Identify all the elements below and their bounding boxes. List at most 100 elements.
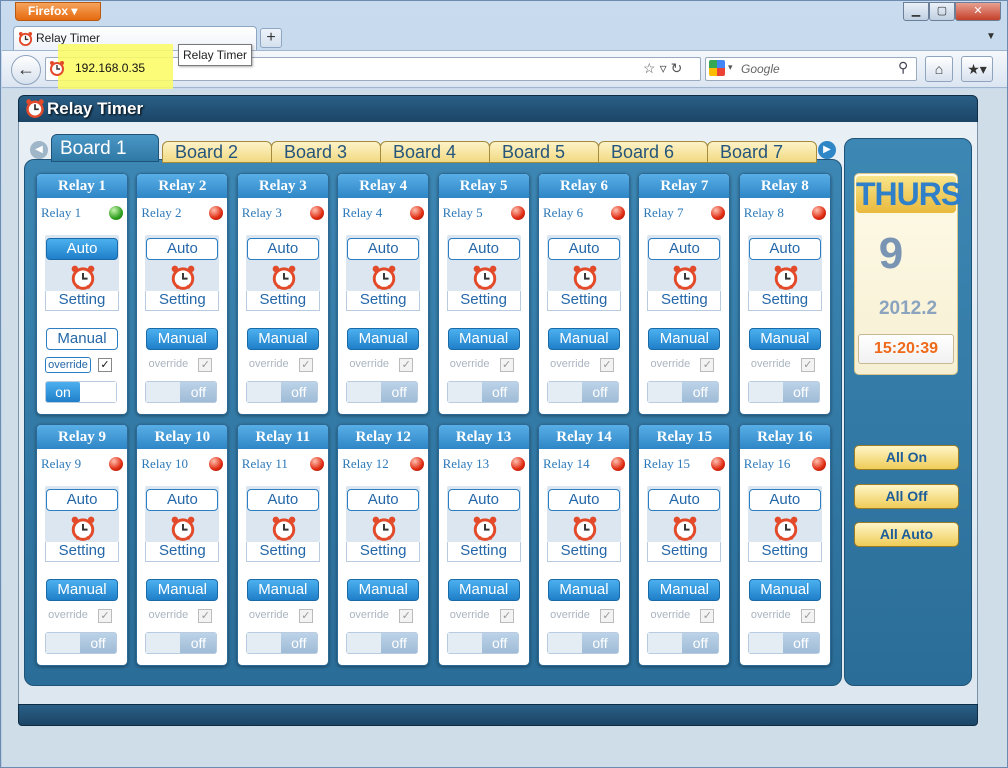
setting-button[interactable]: Setting	[446, 291, 521, 311]
auto-button[interactable]: Auto	[648, 238, 721, 260]
relay-name[interactable]: Relay 12	[342, 456, 389, 472]
firefox-menu-button[interactable]: Firefox ▾	[15, 2, 101, 21]
power-toggle[interactable]: off	[346, 632, 419, 654]
override-checkbox[interactable]: ✓	[499, 358, 514, 372]
setting-button[interactable]: Setting	[647, 291, 722, 311]
url-text[interactable]: 192.168.0.35	[75, 61, 145, 75]
tab-board-3[interactable]: Board 3	[271, 141, 381, 163]
relay-name[interactable]: Relay 1	[41, 205, 81, 221]
tab-board-6[interactable]: Board 6	[598, 141, 708, 163]
power-toggle[interactable]: off	[547, 381, 619, 403]
setting-button[interactable]: Setting	[346, 542, 421, 562]
setting-button[interactable]: Setting	[145, 291, 220, 311]
power-toggle[interactable]: off	[747, 381, 820, 403]
power-toggle[interactable]: off	[45, 632, 117, 654]
new-tab-button[interactable]: +	[260, 28, 282, 48]
setting-button[interactable]: Setting	[747, 542, 822, 562]
manual-button[interactable]: Manual	[447, 579, 520, 601]
auto-button[interactable]: Auto	[548, 489, 620, 511]
override-checkbox[interactable]: ✓	[700, 358, 715, 372]
tab-board-4[interactable]: Board 4	[380, 141, 490, 163]
auto-button[interactable]: Auto	[548, 238, 620, 260]
override-checkbox[interactable]: ✓	[499, 609, 514, 623]
setting-button[interactable]: Setting	[45, 542, 119, 562]
relay-name[interactable]: Relay 7	[643, 205, 683, 221]
auto-button[interactable]: Auto	[648, 489, 721, 511]
override-checkbox[interactable]: ✓	[98, 609, 112, 623]
all-on-button[interactable]: All On	[854, 445, 959, 470]
relay-name[interactable]: Relay 8	[744, 205, 784, 221]
all-auto-button[interactable]: All Auto	[854, 522, 959, 547]
auto-button[interactable]: Auto	[347, 489, 420, 511]
relay-name[interactable]: Relay 16	[744, 456, 791, 472]
setting-button[interactable]: Setting	[446, 542, 521, 562]
power-toggle[interactable]: off	[446, 381, 519, 403]
manual-button[interactable]: Manual	[648, 328, 721, 350]
override-label[interactable]: override	[45, 357, 91, 373]
setting-button[interactable]: Setting	[547, 291, 621, 311]
relay-name[interactable]: Relay 4	[342, 205, 382, 221]
override-checkbox[interactable]: ✓	[800, 358, 815, 372]
power-toggle[interactable]: on	[45, 381, 117, 403]
manual-button[interactable]: Manual	[548, 328, 620, 350]
home-icon[interactable]: ⌂	[925, 56, 953, 82]
tab-board-5[interactable]: Board 5	[489, 141, 599, 163]
manual-button[interactable]: Manual	[146, 328, 219, 350]
maximize-button[interactable]: ▢	[929, 2, 955, 21]
relay-name[interactable]: Relay 6	[543, 205, 583, 221]
search-icon[interactable]: ⚲	[898, 59, 908, 76]
setting-button[interactable]: Setting	[647, 542, 722, 562]
relay-name[interactable]: Relay 13	[443, 456, 490, 472]
auto-button[interactable]: Auto	[748, 489, 821, 511]
setting-button[interactable]: Setting	[346, 291, 421, 311]
auto-button[interactable]: Auto	[246, 238, 319, 260]
manual-button[interactable]: Manual	[548, 579, 620, 601]
auto-button[interactable]: Auto	[748, 238, 821, 260]
close-button[interactable]: ✕	[955, 2, 1001, 21]
manual-button[interactable]: Manual	[246, 328, 319, 350]
relay-name[interactable]: Relay 3	[242, 205, 282, 221]
override-checkbox[interactable]: ✓	[700, 609, 715, 623]
all-off-button[interactable]: All Off	[854, 484, 959, 509]
override-checkbox[interactable]: ✓	[198, 358, 213, 372]
override-checkbox[interactable]: ✓	[800, 609, 815, 623]
manual-button[interactable]: Manual	[347, 579, 420, 601]
auto-button[interactable]: Auto	[146, 238, 219, 260]
override-checkbox[interactable]: ✓	[600, 358, 614, 372]
auto-button[interactable]: Auto	[46, 489, 118, 511]
google-icon[interactable]	[709, 60, 725, 76]
power-toggle[interactable]: off	[446, 632, 519, 654]
override-checkbox[interactable]: ✓	[198, 609, 213, 623]
power-toggle[interactable]: off	[245, 632, 318, 654]
power-toggle[interactable]: off	[346, 381, 419, 403]
override-checkbox[interactable]: ✓	[399, 609, 414, 623]
tab-board-2[interactable]: Board 2	[162, 141, 272, 163]
auto-button[interactable]: Auto	[246, 489, 319, 511]
auto-button[interactable]: Auto	[347, 238, 420, 260]
reload-icon[interactable]: ↻	[671, 60, 687, 76]
back-arrow-icon[interactable]: ←	[11, 55, 41, 85]
setting-button[interactable]: Setting	[245, 291, 320, 311]
left-arrow-icon[interactable]: ◀	[30, 141, 48, 159]
right-arrow-icon[interactable]: ▶	[818, 141, 836, 159]
relay-name[interactable]: Relay 9	[41, 456, 81, 472]
power-toggle[interactable]: off	[145, 632, 218, 654]
power-toggle[interactable]: off	[547, 632, 619, 654]
manual-button[interactable]: Manual	[46, 579, 118, 601]
setting-button[interactable]: Setting	[145, 542, 220, 562]
auto-button[interactable]: Auto	[447, 238, 520, 260]
tab-board-1[interactable]: Board 1	[51, 134, 159, 162]
manual-button[interactable]: Manual	[447, 328, 520, 350]
minimize-button[interactable]: ▁	[903, 2, 929, 21]
power-toggle[interactable]: off	[647, 632, 720, 654]
search-input[interactable]	[705, 57, 917, 81]
override-checkbox[interactable]: ✓	[399, 358, 414, 372]
dropdown-icon[interactable]: ▿	[660, 60, 671, 76]
relay-name[interactable]: Relay 15	[643, 456, 690, 472]
star-icon[interactable]: ☆	[643, 60, 660, 76]
auto-button[interactable]: Auto	[146, 489, 219, 511]
power-toggle[interactable]: off	[647, 381, 720, 403]
search-engine-dropdown-icon[interactable]: ▾	[728, 62, 733, 73]
auto-button[interactable]: Auto	[447, 489, 520, 511]
setting-button[interactable]: Setting	[245, 542, 320, 562]
